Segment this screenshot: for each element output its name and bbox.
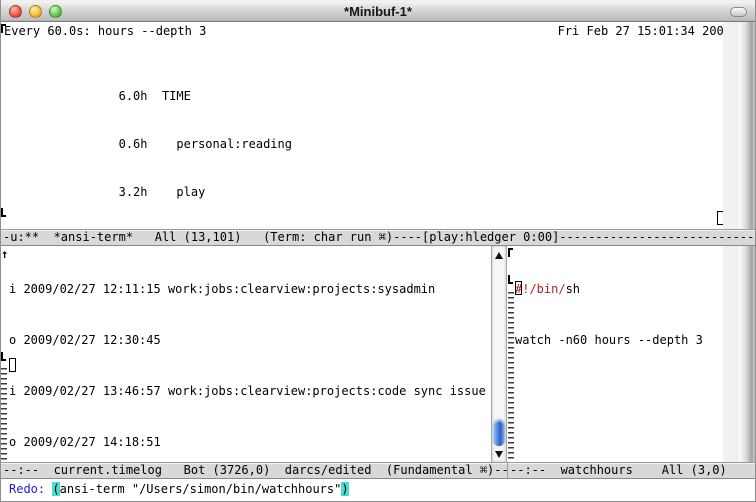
top-pane-scrollbar-track[interactable] xyxy=(739,22,755,229)
report-line: 0.6h personal:reading xyxy=(3,136,292,152)
watch-timestamp: Fri Feb 27 15:01:34 2009 xyxy=(558,24,731,38)
bottom-modelines: --:-- current.timelog Bot (3726,0) darcs… xyxy=(1,462,755,479)
shebang-prefix: #!/bin/ xyxy=(515,282,566,296)
minibuffer[interactable]: Redo: (ansi-term "/Users/simon/bin/watch… xyxy=(1,479,755,501)
scroll-up-boundary-icon: ↑ xyxy=(1,248,8,260)
buffer-top-boundary-icon xyxy=(1,24,6,33)
modeline-current-timelog[interactable]: --:-- current.timelog Bot (3726,0) darcs… xyxy=(1,462,507,479)
timelog-line: o 2009/02/27 14:18:51 xyxy=(9,434,486,451)
timelog-window[interactable]: i 2009/02/27 12:11:15 work:jobs:clearvie… xyxy=(1,246,491,462)
watch-command-text: Every 60.0s: hours --depth 3 xyxy=(4,24,206,38)
scrollbar-thumb[interactable] xyxy=(493,419,505,446)
shebang-interpreter: sh xyxy=(566,282,580,296)
empty-lines-indicator xyxy=(508,292,514,461)
scrollbar-gutter xyxy=(723,22,739,229)
scrollbar-down-arrow-icon[interactable] xyxy=(492,450,506,460)
scrollbar-gutter xyxy=(723,246,739,462)
minibuffer-command-text: ansi-term "/Users/simon/bin/watchhours" xyxy=(60,482,342,496)
ansi-term-window[interactable]: Every 60.0s: hours --depth 3 Fri Feb 27 … xyxy=(1,22,755,229)
timelog-line: i 2009/02/27 13:46:57 work:jobs:clearvie… xyxy=(9,383,486,400)
buffer-bottom-boundary-icon xyxy=(508,275,513,284)
script-cursor xyxy=(515,281,522,295)
script-content: #!/bin/sh watch -n60 hours --depth 3 xyxy=(515,247,703,383)
script-command-line: watch -n60 hours --depth 3 xyxy=(515,332,703,349)
watchhours-scrollbar-track[interactable] xyxy=(739,246,755,462)
shebang-line: #!/bin/sh xyxy=(515,281,703,298)
minibuffer-prompt: Redo: xyxy=(9,482,52,496)
paren-match-close: ) xyxy=(341,482,348,496)
title-bar[interactable]: *Minibuf-1* xyxy=(1,0,755,22)
modeline-watchhours[interactable]: --:-- watchhours All (3,0) xyxy=(507,462,755,479)
report-line: 3.2h play xyxy=(3,184,292,200)
modeline-ansi-term[interactable]: -u:** *ansi-term* All (13,101) (Term: ch… xyxy=(1,229,755,246)
emacs-frame: *Minibuf-1* Every 60.0s: hours --depth 3… xyxy=(0,0,756,502)
buffer-bottom-boundary-icon xyxy=(1,352,6,361)
watchhours-window[interactable]: #!/bin/sh watch -n60 hours --depth 3 xyxy=(507,246,755,462)
scrollbar-up-arrow-icon[interactable] xyxy=(492,250,506,260)
toolbar-toggle-button[interactable] xyxy=(730,7,747,17)
timelog-cursor xyxy=(9,358,16,372)
window-title: *Minibuf-1* xyxy=(1,4,755,19)
empty-lines-indicator xyxy=(1,368,7,461)
paren-match-open: ( xyxy=(52,482,59,496)
buffer-top-boundary-icon xyxy=(508,248,513,257)
timelog-scrollbar[interactable] xyxy=(491,246,507,462)
timelog-line: i 2009/02/27 12:11:15 work:jobs:clearvie… xyxy=(9,281,486,298)
buffer-bottom-boundary-icon xyxy=(1,208,6,217)
bottom-split: i 2009/02/27 12:11:15 work:jobs:clearvie… xyxy=(1,246,755,462)
report-line: 6.0h TIME xyxy=(3,88,292,104)
timelog-line: o 2009/02/27 12:30:45 xyxy=(9,332,486,349)
timelog-entries: i 2009/02/27 12:11:15 work:jobs:clearvie… xyxy=(9,247,486,462)
hours-report: 6.0h TIME 0.6h personal:reading 3.2h pla… xyxy=(3,56,292,229)
